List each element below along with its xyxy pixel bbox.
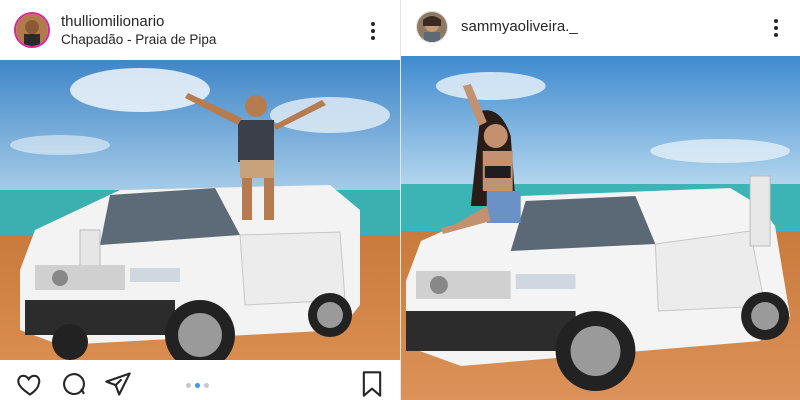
- bookmark-icon[interactable]: [358, 370, 386, 398]
- post-left: thulliomilionario Chapadão - Praia de Pi…: [0, 0, 400, 400]
- more-vertical-icon[interactable]: [363, 19, 383, 43]
- carousel-dot: [186, 383, 191, 388]
- post-header: sammyaoliveira._: [401, 0, 800, 58]
- post-right: sammyaoliveira._: [400, 0, 800, 400]
- carousel-dot: [204, 383, 209, 388]
- action-bar: [0, 360, 400, 400]
- carousel-dot-active: [195, 383, 200, 388]
- profile-avatar[interactable]: [14, 12, 50, 48]
- location[interactable]: Chapadão - Praia de Pipa: [61, 32, 216, 47]
- post-photo[interactable]: [401, 56, 800, 400]
- more-vertical-icon[interactable]: [766, 16, 786, 40]
- username[interactable]: thulliomilionario: [61, 13, 164, 30]
- comment-icon[interactable]: [60, 370, 88, 398]
- post-header: thulliomilionario Chapadão - Praia de Pi…: [0, 0, 400, 58]
- share-icon[interactable]: [104, 370, 132, 398]
- username[interactable]: sammyaoliveira._: [461, 18, 578, 35]
- profile-avatar[interactable]: [416, 11, 448, 43]
- heart-icon[interactable]: [16, 370, 44, 398]
- post-photo[interactable]: [0, 60, 400, 360]
- carousel-indicator: [186, 383, 209, 388]
